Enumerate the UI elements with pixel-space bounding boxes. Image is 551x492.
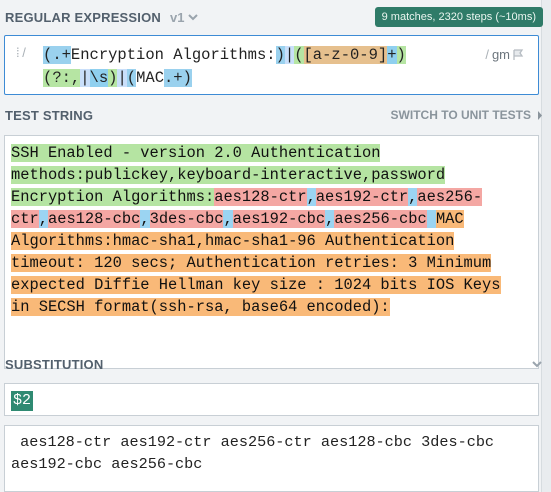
regex-token: .+	[52, 46, 71, 64]
switch-to-unit-tests-link[interactable]: SWITCH TO UNIT TESTS	[391, 108, 543, 122]
regex-token: )	[275, 46, 285, 64]
match-highlight: methods:publickey,keyboard-interactive,p…	[11, 166, 446, 184]
match-highlight: in SECSH format(ssh-rsa, base64 encoded)…	[11, 298, 390, 316]
match-highlight: aes128-ctr	[214, 188, 307, 206]
match-highlight: ,	[140, 210, 150, 228]
flag-icon[interactable]	[513, 48, 524, 61]
result-line-2: aes192-cbc aes256-cbc	[11, 455, 203, 473]
match-highlight: aes192-ctr	[315, 188, 409, 206]
substitution-result: aes128-ctr aes192-ctr aes256-ctr aes128-…	[4, 425, 539, 492]
test-line-5: Algorithms:hmac-sha1,hmac-sha1-96 Authen…	[11, 230, 455, 252]
page-scrollbar[interactable]	[541, 0, 551, 492]
test-line-4: ctr,aes128-cbc,3des-cbc,aes192-cbc,aes25…	[11, 208, 464, 230]
match-highlight: SSH Enabled - version 2.0 Authentication	[11, 144, 381, 162]
match-highlight: Encryption Algorithms:	[11, 188, 215, 206]
regex-token: (	[294, 46, 304, 64]
regex-token: )	[182, 69, 192, 87]
match-highlight: aes256-cbc	[334, 210, 427, 228]
regex-token: MAC	[136, 69, 164, 87]
test-line-3: Encryption Algorithms:aes128-ctr,aes192-…	[11, 186, 483, 208]
substitution-value: $2	[11, 391, 34, 411]
substitution-header[interactable]: SUBSTITUTION	[0, 352, 551, 376]
flavor-label: v1	[170, 9, 185, 25]
substitution-title: SUBSTITUTION	[5, 356, 104, 372]
flavor-dropdown[interactable]: v1	[170, 10, 199, 25]
regex-line-2: (?:,|\s)|(MAC.+)	[43, 68, 192, 89]
regex-token: ,	[70, 69, 81, 87]
test-line-8: in SECSH format(ssh-rsa, base64 encoded)…	[11, 296, 390, 318]
test-line-6: timeout: 120 secs; Authentication retrie…	[11, 252, 492, 274]
match-highlight: ,	[325, 210, 335, 228]
regex-token: )	[396, 46, 406, 64]
regex-line-1: (.+Encryption Algorithms:)|([a-z-0-9]+)	[43, 45, 406, 66]
match-highlight: aes192-cbc	[232, 210, 326, 228]
regex-token: [a-z-0-9]	[303, 46, 388, 64]
regex-token: |	[117, 69, 127, 87]
regex-token: \s	[89, 69, 109, 87]
regex-token: (	[43, 46, 53, 64]
chevron-down-icon	[188, 14, 199, 21]
match-highlight: 3des-cbc	[149, 210, 224, 228]
match-highlight: ,	[306, 188, 316, 206]
match-highlight: aes128-cbc	[47, 210, 141, 228]
regex-delimiter-close: /	[485, 47, 489, 62]
chevron-down-icon[interactable]	[531, 359, 543, 369]
regex-token: Encryption Algorithms:	[70, 46, 276, 64]
result-line-1: aes128-ctr aes192-ctr aes256-ctr aes128-…	[11, 433, 495, 451]
test-line-1: SSH Enabled - version 2.0 Authentication	[11, 142, 381, 164]
regex-token: |	[80, 69, 90, 87]
test-string-editor[interactable]: SSH Enabled - version 2.0 Authentication…	[4, 135, 539, 369]
match-info-badge: 9 matches, 2320 steps (~10ms)	[374, 7, 543, 27]
test-string-header: TEST STRING SWITCH TO UNIT TESTS	[0, 103, 551, 127]
test-string-title: TEST STRING	[5, 107, 94, 123]
match-highlight: aes256-	[417, 188, 483, 206]
regex-token: +	[387, 46, 397, 64]
regex-token: |	[284, 46, 295, 64]
regex-section-title: REGULAR EXPRESSION	[5, 9, 162, 25]
regex-flags[interactable]: / gm	[485, 47, 524, 62]
match-highlight: ,	[38, 210, 48, 228]
match-highlight: ctr	[11, 210, 39, 228]
match-highlight: MAC	[435, 210, 464, 228]
flags-label: gm	[491, 47, 510, 62]
test-line-2: methods:publickey,keyboard-interactive,p…	[11, 164, 446, 186]
match-highlight	[426, 210, 436, 228]
chevron-right-icon	[538, 110, 542, 120]
match-highlight: timeout: 120 secs; Authentication retrie…	[11, 254, 492, 272]
test-line-7: expected Diffie Hellman key size : 1024 …	[11, 274, 501, 296]
regex-token: (	[43, 69, 53, 87]
drag-handle-icon[interactable]: ⁞	[16, 45, 20, 60]
match-highlight: ,	[223, 210, 233, 228]
substitution-input[interactable]: $2	[4, 383, 539, 416]
regex-token: .+	[164, 69, 183, 87]
match-highlight: Algorithms:hmac-sha1,hmac-sha1-96 Authen…	[11, 232, 455, 250]
regex-token: ?:	[52, 69, 71, 87]
match-highlight: expected Diffie Hellman key size : 1024 …	[11, 276, 501, 294]
regex-input[interactable]: ⁞ / (.+Encryption Algorithms:)|([a-z-0-9…	[4, 35, 539, 95]
regex-delimiter-open: ⁞ /	[16, 45, 26, 60]
regex-header: REGULAR EXPRESSION v1 9 matches, 2320 st…	[0, 5, 551, 29]
regex-token: (	[126, 69, 137, 87]
switch-label: SWITCH TO UNIT TESTS	[390, 108, 531, 122]
